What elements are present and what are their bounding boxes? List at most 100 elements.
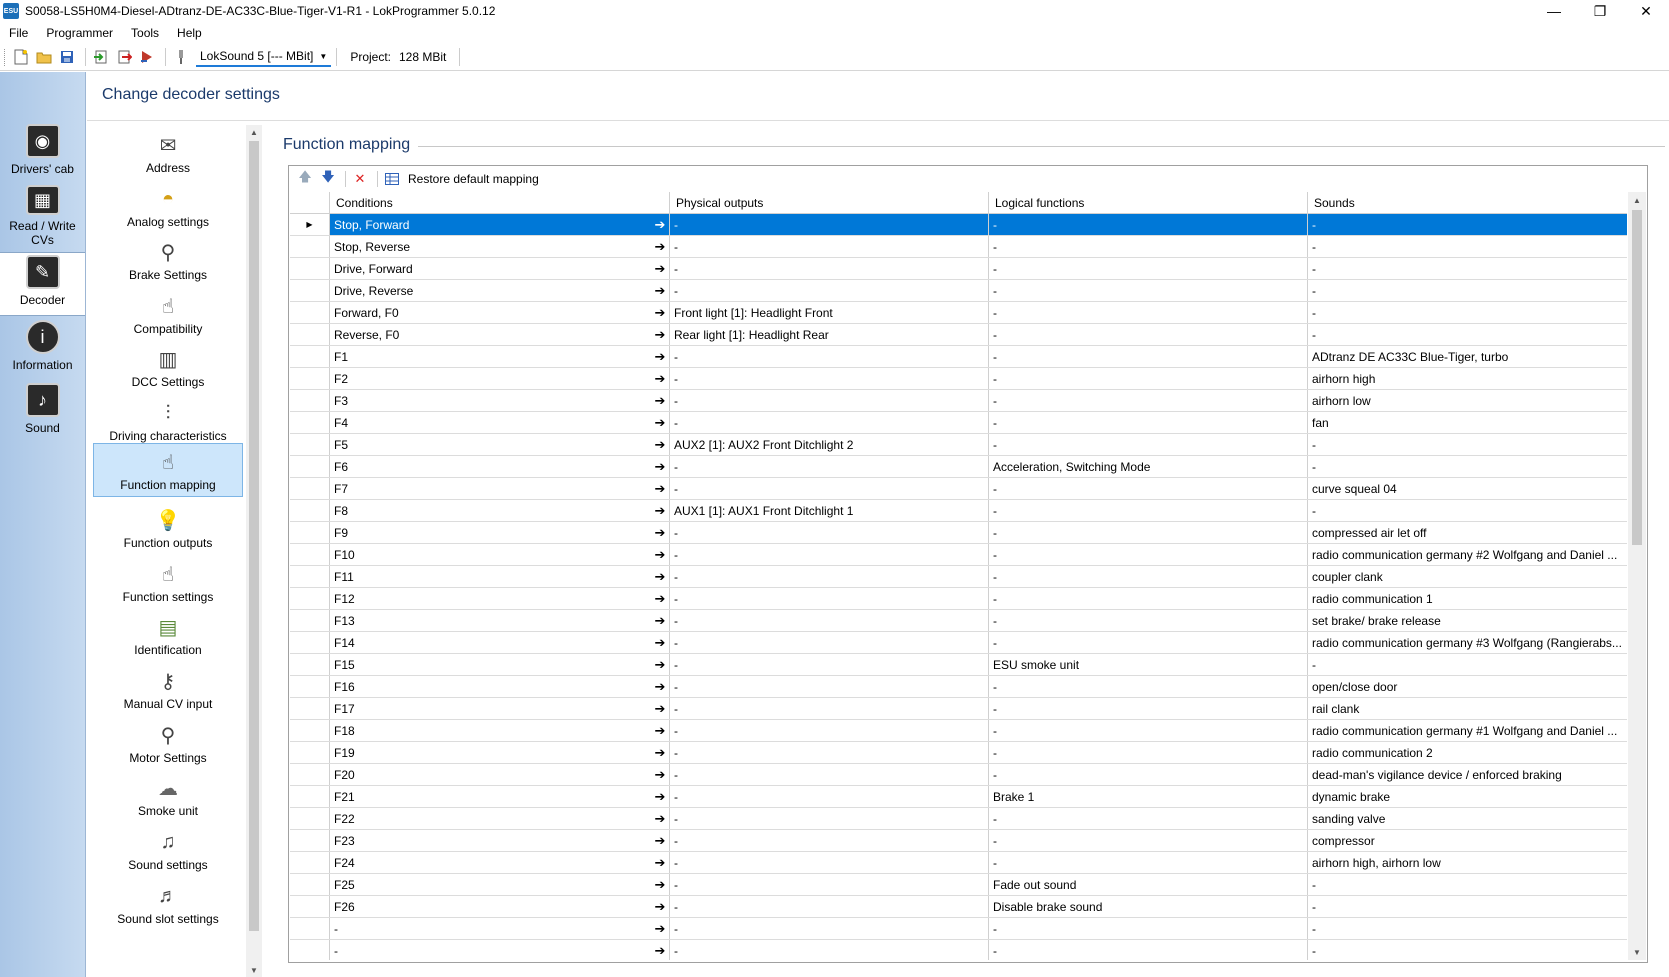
table-row[interactable]: F12 ➔ - - radio communication 1 (290, 588, 1627, 610)
table-row[interactable]: F26 ➔ - Disable brake sound - (290, 896, 1627, 918)
physical-outputs-cell[interactable]: - (670, 258, 989, 279)
column-header-physical-outputs[interactable]: Physical outputs (670, 192, 989, 214)
conditions-cell[interactable]: F13 ➔ (330, 610, 670, 631)
physical-outputs-cell[interactable]: - (670, 412, 989, 433)
logical-functions-cell[interactable]: - (989, 236, 1308, 257)
row-indicator[interactable] (290, 698, 330, 719)
conditions-cell[interactable]: F12 ➔ (330, 588, 670, 609)
logical-functions-cell[interactable]: - (989, 258, 1308, 279)
row-indicator[interactable] (290, 720, 330, 741)
restore-default-mapping-button[interactable]: Restore default mapping (408, 172, 539, 186)
logical-functions-cell[interactable]: Acceleration, Switching Mode (989, 456, 1308, 477)
rail-item-read-write-cvs[interactable]: ▦ Read / Write CVs (0, 183, 85, 247)
logical-functions-cell[interactable]: - (989, 522, 1308, 543)
row-indicator[interactable] (290, 478, 330, 499)
row-indicator[interactable] (290, 236, 330, 257)
table-row[interactable]: F6 ➔ - Acceleration, Switching Mode - (290, 456, 1627, 478)
logical-functions-cell[interactable]: - (989, 302, 1308, 323)
conditions-cell[interactable]: Forward, F0 ➔ (330, 302, 670, 323)
rail-item-drivers-cab[interactable]: ◉ Drivers' cab (0, 122, 85, 186)
logical-functions-cell[interactable]: - (989, 742, 1308, 763)
logical-functions-cell[interactable]: - (989, 390, 1308, 411)
row-indicator[interactable] (290, 742, 330, 763)
logical-functions-cell[interactable]: - (989, 808, 1308, 829)
table-row[interactable]: F7 ➔ - - curve squeal 04 (290, 478, 1627, 500)
scroll-down-icon[interactable]: ▼ (246, 963, 262, 977)
toolbar-grip[interactable] (4, 48, 7, 66)
physical-outputs-cell[interactable]: - (670, 808, 989, 829)
column-header-sounds[interactable]: Sounds (1308, 192, 1627, 214)
column-header-logical-functions[interactable]: Logical functions (989, 192, 1308, 214)
table-row[interactable]: F24 ➔ - - airhorn high, airhorn low (290, 852, 1627, 874)
logical-functions-cell[interactable]: - (989, 632, 1308, 653)
conditions-cell[interactable]: F23 ➔ (330, 830, 670, 851)
physical-outputs-cell[interactable]: Front light [1]: Headlight Front (670, 302, 989, 323)
row-indicator[interactable] (290, 654, 330, 675)
sounds-cell[interactable]: set brake/ brake release (1308, 610, 1627, 631)
table-row[interactable]: F21 ➔ - Brake 1 dynamic brake (290, 786, 1627, 808)
physical-outputs-cell[interactable]: - (670, 764, 989, 785)
table-row[interactable]: F11 ➔ - - coupler clank (290, 566, 1627, 588)
logical-functions-cell[interactable]: Brake 1 (989, 786, 1308, 807)
scrollbar-thumb[interactable] (249, 141, 259, 931)
logical-functions-cell[interactable]: - (989, 764, 1308, 785)
sounds-cell[interactable]: sanding valve (1308, 808, 1627, 829)
rail-item-sound[interactable]: ♪ Sound (0, 381, 85, 445)
new-file-icon[interactable] (11, 47, 31, 67)
logical-functions-cell[interactable]: - (989, 588, 1308, 609)
row-indicator[interactable] (290, 830, 330, 851)
table-row[interactable]: F23 ➔ - - compressor (290, 830, 1627, 852)
conditions-cell[interactable]: Stop, Forward ➔ (330, 214, 670, 235)
physical-outputs-cell[interactable]: - (670, 632, 989, 653)
row-indicator[interactable] (290, 324, 330, 345)
scrollbar-thumb[interactable] (1632, 210, 1642, 545)
physical-outputs-cell[interactable]: - (670, 544, 989, 565)
physical-outputs-cell[interactable]: AUX2 [1]: AUX2 Front Ditchlight 2 (670, 434, 989, 455)
sounds-cell[interactable]: dead-man's vigilance device / enforced b… (1308, 764, 1627, 785)
logical-functions-cell[interactable]: ESU smoke unit (989, 654, 1308, 675)
category-function-settings[interactable]: ☝ Function settings (93, 554, 243, 608)
grid-scrollbar[interactable]: ▲ ▼ (1628, 192, 1646, 960)
table-row[interactable]: Forward, F0 ➔ Front light [1]: Headlight F… (290, 302, 1627, 324)
scroll-down-icon[interactable]: ▼ (1628, 944, 1646, 960)
logical-functions-cell[interactable]: - (989, 940, 1308, 960)
conditions-cell[interactable]: Stop, Reverse ➔ (330, 236, 670, 257)
sounds-cell[interactable]: compressed air let off (1308, 522, 1627, 543)
table-row[interactable]: F9 ➔ - - compressed air let off (290, 522, 1627, 544)
sounds-cell[interactable]: compressor (1308, 830, 1627, 851)
logical-functions-cell[interactable]: - (989, 478, 1308, 499)
current-row-indicator-icon[interactable]: ▶ (290, 214, 330, 235)
category-identification[interactable]: ▤ Identification (93, 607, 243, 661)
conditions-cell[interactable]: F16 ➔ (330, 676, 670, 697)
physical-outputs-cell[interactable]: - (670, 918, 989, 939)
conditions-cell[interactable]: F22 ➔ (330, 808, 670, 829)
table-row[interactable]: Stop, Reverse ➔ - - - (290, 236, 1627, 258)
sounds-cell[interactable]: radio communication germany #1 Wolfgang … (1308, 720, 1627, 741)
physical-outputs-cell[interactable]: - (670, 698, 989, 719)
category-function-mapping[interactable]: ☝ Function mapping (93, 443, 243, 497)
move-down-icon[interactable]: 🡇 (318, 169, 338, 188)
physical-outputs-cell[interactable]: - (670, 610, 989, 631)
menu-tools[interactable]: Tools (122, 26, 168, 40)
physical-outputs-cell[interactable]: - (670, 742, 989, 763)
physical-outputs-cell[interactable]: - (670, 390, 989, 411)
play-sound-icon[interactable] (137, 47, 157, 67)
delete-icon[interactable]: ✕ (350, 170, 370, 188)
table-row[interactable]: F15 ➔ - ESU smoke unit - (290, 654, 1627, 676)
row-indicator[interactable] (290, 588, 330, 609)
logical-functions-cell[interactable]: - (989, 852, 1308, 873)
physical-outputs-cell[interactable]: - (670, 588, 989, 609)
sounds-cell[interactable]: airhorn high (1308, 368, 1627, 389)
logical-functions-cell[interactable]: - (989, 346, 1308, 367)
row-indicator[interactable] (290, 522, 330, 543)
row-indicator[interactable] (290, 346, 330, 367)
category-function-outputs[interactable]: 💡 Function outputs (93, 500, 243, 554)
logical-functions-cell[interactable]: - (989, 610, 1308, 631)
category-address[interactable]: ✉ Address (93, 125, 243, 179)
table-row[interactable]: F20 ➔ - - dead-man's vigilance device / enfo… (290, 764, 1627, 786)
conditions-cell[interactable]: F14 ➔ (330, 632, 670, 653)
sounds-cell[interactable]: - (1308, 918, 1627, 939)
sounds-cell[interactable]: - (1308, 940, 1627, 960)
row-indicator[interactable] (290, 918, 330, 939)
category-motor-settings[interactable]: ⚲ Motor Settings (93, 715, 243, 769)
